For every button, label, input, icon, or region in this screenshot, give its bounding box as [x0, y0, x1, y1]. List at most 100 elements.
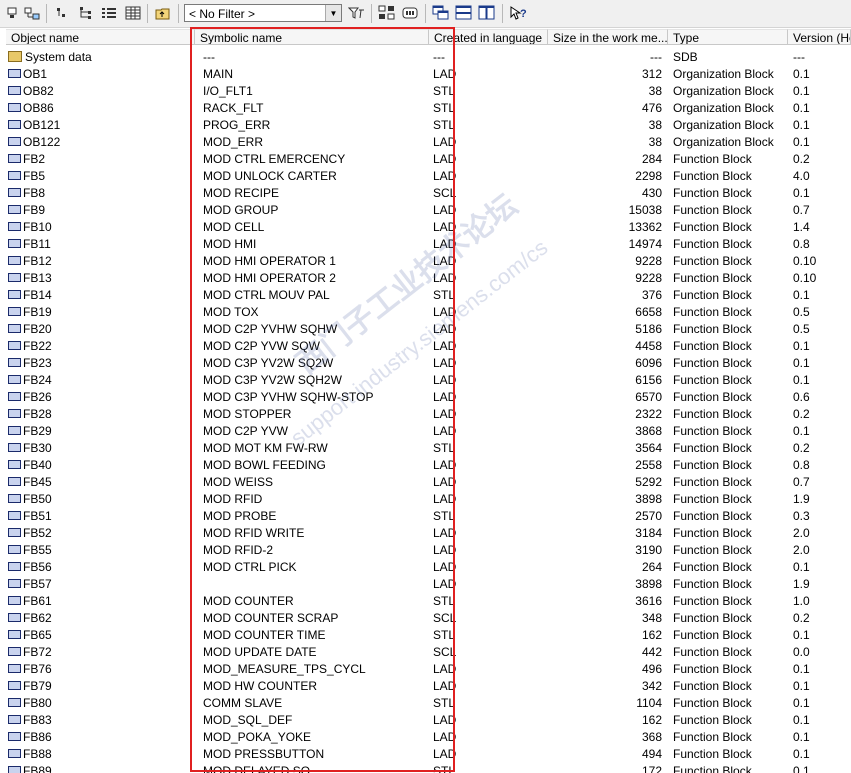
table-row[interactable]: FB88 MOD PRESSBUTTON LAD 494 Function Block 0…: [6, 745, 851, 762]
large-icons-icon[interactable]: [3, 4, 21, 22]
table-row[interactable]: FB76 MOD_MEASURE_TPS_CYCL LAD 496 Function B…: [6, 660, 851, 677]
column-version[interactable]: Version (Hea: [788, 29, 851, 45]
filter-select[interactable]: < No Filter > ▼: [184, 4, 342, 22]
help-icon[interactable]: ?: [509, 4, 527, 22]
cascade-icon[interactable]: [432, 4, 450, 22]
object-name-cell[interactable]: FB76: [8, 661, 193, 677]
table-row[interactable]: FB12 MOD HMI OPERATOR 1 LAD 9228 Function Bl…: [6, 252, 851, 269]
object-name-cell[interactable]: FB80: [8, 695, 193, 711]
object-name-cell[interactable]: FB65: [8, 627, 193, 643]
object-name-cell[interactable]: FB29: [8, 423, 193, 439]
object-name-cell[interactable]: FB88: [8, 746, 193, 762]
table-row[interactable]: FB51 MOD PROBE STL 2570 Function Block 0.3: [6, 507, 851, 524]
object-name-cell[interactable]: FB9: [8, 202, 193, 218]
table-row[interactable]: FB89 MOD DELAYED SQ STL 172 Function Block 0.…: [6, 762, 851, 773]
object-name-cell[interactable]: FB19: [8, 304, 193, 320]
table-row[interactable]: FB79 MOD HW COUNTER LAD 342 Function Block 0.…: [6, 677, 851, 694]
table-row[interactable]: FB5 MOD UNLOCK CARTER LAD 2298 Function Bloc…: [6, 167, 851, 184]
table-row[interactable]: System data --- --- --- SDB ---: [6, 48, 851, 65]
object-name-cell[interactable]: FB10: [8, 219, 193, 235]
table-row[interactable]: OB1 MAIN LAD 312 Organization Block 0.1: [6, 65, 851, 82]
table-row[interactable]: FB83 MOD_SQL_DEF LAD 162 Function Block 0.1: [6, 711, 851, 728]
object-name-cell[interactable]: FB83: [8, 712, 193, 728]
object-name-cell[interactable]: FB2: [8, 151, 193, 167]
table-row[interactable]: FB56 MOD CTRL PICK LAD 264 Function Block 0.1: [6, 558, 851, 575]
table-row[interactable]: FB80 COMM SLAVE STL 1104 Function Block 0.1: [6, 694, 851, 711]
tree-icon[interactable]: [77, 4, 95, 22]
object-name-cell[interactable]: FB26: [8, 389, 193, 405]
table-row[interactable]: FB72 MOD UPDATE DATE SCL 442 Function Block 0…: [6, 643, 851, 660]
object-name-cell[interactable]: FB45: [8, 474, 193, 490]
object-name-cell[interactable]: FB61: [8, 593, 193, 609]
object-name-cell[interactable]: FB24: [8, 372, 193, 388]
list-view-icon[interactable]: [53, 4, 71, 22]
object-name-cell[interactable]: FB50: [8, 491, 193, 507]
object-name-cell[interactable]: FB20: [8, 321, 193, 337]
column-object-name[interactable]: Object name: [6, 29, 195, 45]
details-view-icon[interactable]: [100, 4, 118, 22]
object-name-cell[interactable]: FB51: [8, 508, 193, 524]
filter-settings-icon[interactable]: [348, 4, 366, 22]
object-name-cell[interactable]: OB82: [8, 83, 193, 99]
object-name-cell[interactable]: FB14: [8, 287, 193, 303]
table-row[interactable]: OB121 PROG_ERR STL 38 Organization Block 0.1: [6, 116, 851, 133]
table-row[interactable]: FB55 MOD RFID-2 LAD 3190 Function Block 2.0: [6, 541, 851, 558]
table-row[interactable]: FB9 MOD GROUP LAD 15038 Function Block 0.7: [6, 201, 851, 218]
table-row[interactable]: FB52 MOD RFID WRITE LAD 3184 Function Block 2…: [6, 524, 851, 541]
table-row[interactable]: FB61 MOD COUNTER STL 3616 Function Block 1.0: [6, 592, 851, 609]
table-row[interactable]: FB29 MOD C2P YVW LAD 3868 Function Block 0.1: [6, 422, 851, 439]
table-row[interactable]: FB11 MOD HMI LAD 14974 Function Block 0.8: [6, 235, 851, 252]
object-name-cell[interactable]: FB30: [8, 440, 193, 456]
chevron-down-icon[interactable]: ▼: [325, 5, 341, 21]
grid-view-icon[interactable]: [124, 4, 142, 22]
object-name-cell[interactable]: FB8: [8, 185, 193, 201]
table-row[interactable]: FB23 MOD C3P YV2W SQ2W LAD 6096 Function Blo…: [6, 354, 851, 371]
table-row[interactable]: FB19 MOD TOX LAD 6658 Function Block 0.5: [6, 303, 851, 320]
table-row[interactable]: OB86 RACK_FLT STL 476 Organization Block 0.1: [6, 99, 851, 116]
tile-vertical-icon[interactable]: [478, 4, 496, 22]
table-row[interactable]: OB82 I/O_FLT1 STL 38 Organization Block 0.1: [6, 82, 851, 99]
table-row[interactable]: FB13 MOD HMI OPERATOR 2 LAD 9228 Function Bl…: [6, 269, 851, 286]
object-name-cell[interactable]: FB86: [8, 729, 193, 745]
object-name-cell[interactable]: FB23: [8, 355, 193, 371]
tile-horizontal-icon[interactable]: [455, 4, 473, 22]
object-name-cell[interactable]: FB11: [8, 236, 193, 252]
object-name-cell[interactable]: OB86: [8, 100, 193, 116]
object-name-cell[interactable]: FB79: [8, 678, 193, 694]
table-row[interactable]: OB122 MOD_ERR LAD 38 Organization Block 0.1: [6, 133, 851, 150]
up-folder-icon[interactable]: [154, 4, 172, 22]
column-type[interactable]: Type: [668, 29, 788, 45]
table-row[interactable]: FB45 MOD WEISS LAD 5292 Function Block 0.7: [6, 473, 851, 490]
column-symbolic-name[interactable]: Symbolic name: [195, 29, 429, 45]
table-row[interactable]: FB26 MOD C3P YVHW SQHW-STOP LAD 6570 Functio…: [6, 388, 851, 405]
object-name-cell[interactable]: System data: [8, 49, 193, 65]
object-name-cell[interactable]: FB5: [8, 168, 193, 184]
object-name-cell[interactable]: FB40: [8, 457, 193, 473]
table-row[interactable]: FB2 MOD CTRL EMERCENCY LAD 284 Function Bloc…: [6, 150, 851, 167]
table-row[interactable]: FB30 MOD MOT KM FW-RW STL 3564 Function Bloc…: [6, 439, 851, 456]
object-name-cell[interactable]: FB13: [8, 270, 193, 286]
table-row[interactable]: FB62 MOD COUNTER SCRAP SCL 348 Function Bloc…: [6, 609, 851, 626]
small-icons-icon[interactable]: [23, 4, 41, 22]
object-name-cell[interactable]: FB62: [8, 610, 193, 626]
table-row[interactable]: FB8 MOD RECIPE SCL 430 Function Block 0.1: [6, 184, 851, 201]
object-name-cell[interactable]: OB121: [8, 117, 193, 133]
object-name-cell[interactable]: FB56: [8, 559, 193, 575]
object-name-cell[interactable]: FB28: [8, 406, 193, 422]
object-name-cell[interactable]: OB122: [8, 134, 193, 150]
table-row[interactable]: FB14 MOD CTRL MOUV PAL STL 376 Function Bloc…: [6, 286, 851, 303]
simulation-icon[interactable]: [401, 4, 419, 22]
column-size[interactable]: Size in the work me...: [548, 29, 668, 45]
object-name-cell[interactable]: FB72: [8, 644, 193, 660]
object-name-cell[interactable]: FB22: [8, 338, 193, 354]
table-row[interactable]: FB57 LAD 3898 Function Block 1.9: [6, 575, 851, 592]
object-name-cell[interactable]: FB89: [8, 763, 193, 773]
table-row[interactable]: FB20 MOD C2P YVHW SQHW LAD 5186 Function Blo…: [6, 320, 851, 337]
table-row[interactable]: FB10 MOD CELL LAD 13362 Function Block 1.4: [6, 218, 851, 235]
table-row[interactable]: FB65 MOD COUNTER TIME STL 162 Function Block…: [6, 626, 851, 643]
object-name-cell[interactable]: FB55: [8, 542, 193, 558]
object-name-cell[interactable]: FB57: [8, 576, 193, 592]
object-name-cell[interactable]: FB12: [8, 253, 193, 269]
table-row[interactable]: FB28 MOD STOPPER LAD 2322 Function Block 0.2: [6, 405, 851, 422]
display-networked-icon[interactable]: [378, 4, 396, 22]
